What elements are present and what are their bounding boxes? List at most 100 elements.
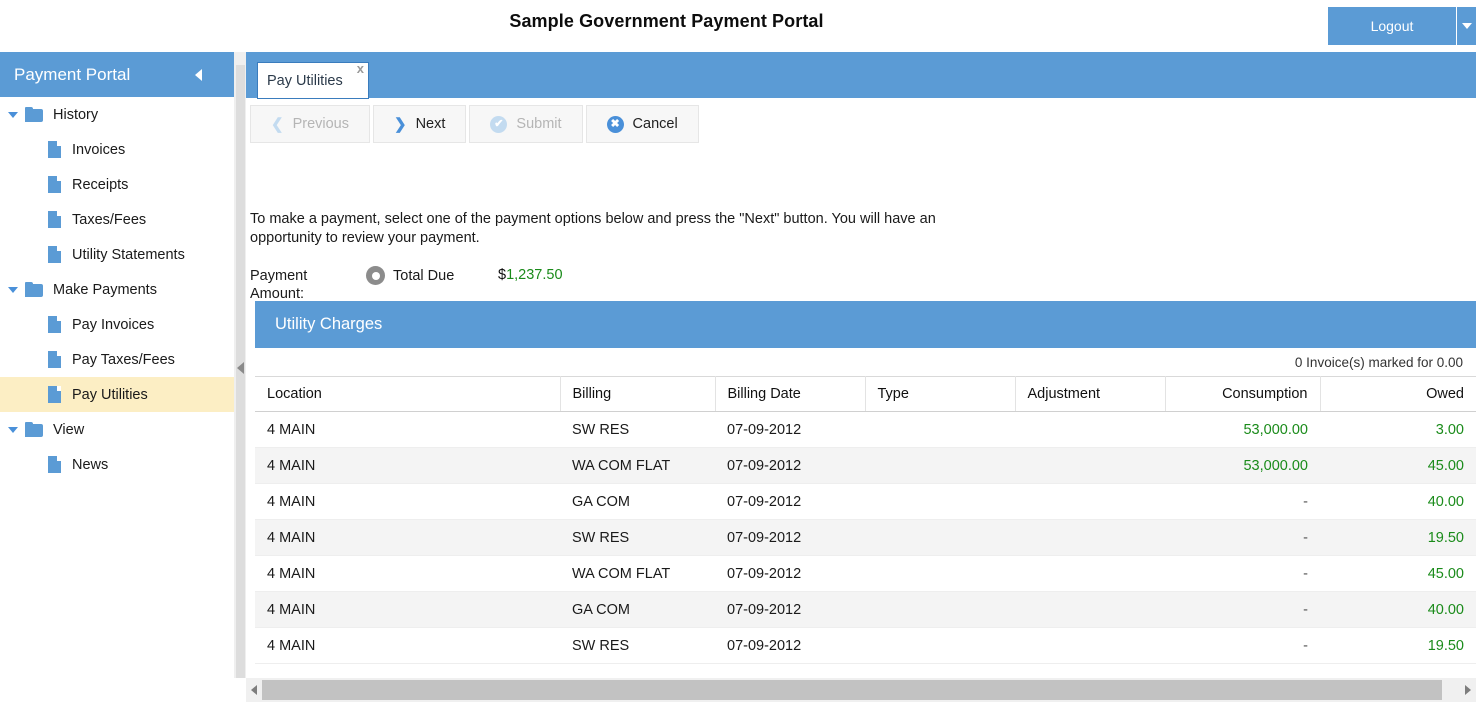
currency-symbol: $	[498, 267, 506, 283]
splitter-collapse-icon[interactable]	[237, 362, 244, 374]
sidebar-item-label: Taxes/Fees	[72, 212, 146, 228]
splitter[interactable]	[234, 52, 246, 702]
cell-owed: 45.00	[1320, 556, 1476, 592]
sidebar-item-utility-statements[interactable]: Utility Statements	[0, 237, 234, 272]
table-row[interactable]: 4 MAINGA COM07-09-2012-40.00	[255, 484, 1476, 520]
cell-billing-date: 07-09-2012	[715, 412, 865, 448]
close-icon[interactable]: x	[357, 61, 364, 76]
cell-type	[865, 412, 1015, 448]
table-row[interactable]: 4 MAINSW RES07-09-201253,000.003.00	[255, 412, 1476, 448]
nav-group-make-payments: Make Payments Pay Invoices Pay Taxes/Fee…	[0, 272, 234, 412]
radio-dot	[372, 272, 380, 280]
utility-charges-panel: Utility Charges 0 Invoice(s) marked for …	[255, 301, 1476, 719]
sidebar-header: Payment Portal	[0, 52, 234, 97]
triangle-expanded-icon[interactable]	[8, 287, 18, 293]
sidebar-item-label: Pay Utilities	[72, 387, 148, 403]
sidebar-item-invoices[interactable]: Invoices	[0, 132, 234, 167]
cell-owed: 45.00	[1320, 448, 1476, 484]
arrow-right-icon	[1465, 685, 1471, 695]
submit-label: Submit	[516, 116, 561, 132]
table-row[interactable]: 4 MAINWA COM FLAT07-09-2012-45.00	[255, 556, 1476, 592]
chevron-left-icon: ❮	[271, 115, 284, 133]
collapse-sidebar-icon[interactable]	[195, 69, 202, 81]
cell-billing: SW RES	[560, 412, 715, 448]
sidebar-item-label: Receipts	[72, 177, 128, 193]
column-header-type[interactable]: Type	[865, 377, 1015, 412]
total-due-amount-value: 1,237.50	[506, 267, 562, 283]
submit-button[interactable]: ✔ Submit	[469, 105, 582, 143]
cell-billing-date: 07-09-2012	[715, 628, 865, 664]
cell-consumption: -	[1165, 484, 1320, 520]
cell-billing-date: 07-09-2012	[715, 520, 865, 556]
sidebar-item-pay-utilities[interactable]: Pay Utilities	[0, 377, 234, 412]
folder-icon	[25, 283, 44, 297]
scrollbar-thumb[interactable]	[262, 680, 1442, 700]
logout-dropdown-button[interactable]	[1457, 7, 1476, 45]
cell-adjustment	[1015, 448, 1165, 484]
tab-label: Pay Utilities	[267, 73, 343, 89]
previous-button[interactable]: ❮ Previous	[250, 105, 370, 143]
cell-owed: 19.50	[1320, 628, 1476, 664]
total-due-option-row[interactable]: Total Due	[366, 266, 454, 285]
column-header-adjustment[interactable]: Adjustment	[1015, 377, 1165, 412]
cell-adjustment	[1015, 628, 1165, 664]
sidebar-item-pay-invoices[interactable]: Pay Invoices	[0, 307, 234, 342]
cell-owed: 40.00	[1320, 592, 1476, 628]
sidebar-item-label: News	[72, 457, 108, 473]
utility-charges-table: Location Billing Billing Date Type Adjus…	[255, 376, 1476, 664]
table-row[interactable]: 4 MAINSW RES07-09-2012-19.50	[255, 520, 1476, 556]
column-header-billing[interactable]: Billing	[560, 377, 715, 412]
tab-pay-utilities[interactable]: Pay Utilities x	[257, 62, 369, 99]
sidebar-item-label: Invoices	[72, 142, 125, 158]
radio-total-due[interactable]	[366, 266, 385, 285]
cell-location: 4 MAIN	[255, 628, 560, 664]
sidebar-item-pay-taxes-fees[interactable]: Pay Taxes/Fees	[0, 342, 234, 377]
sidebar-group-view[interactable]: View	[0, 412, 234, 447]
column-header-consumption[interactable]: Consumption	[1165, 377, 1320, 412]
sidebar-group-label: View	[53, 422, 84, 438]
table-row[interactable]: 4 MAINWA COM FLAT07-09-201253,000.0045.0…	[255, 448, 1476, 484]
chevron-down-icon	[1462, 23, 1472, 29]
column-header-owed[interactable]: Owed	[1320, 377, 1476, 412]
cancel-button[interactable]: ✖ Cancel	[586, 105, 699, 143]
cell-location: 4 MAIN	[255, 592, 560, 628]
document-icon	[48, 456, 61, 473]
total-due-amount: $1,237.50	[498, 267, 563, 283]
document-icon	[48, 141, 61, 158]
table-row[interactable]: 4 MAINSW RES07-09-2012-19.50	[255, 628, 1476, 664]
scroll-left-button[interactable]	[246, 678, 262, 702]
scroll-right-button[interactable]	[1460, 678, 1476, 702]
column-header-billing-date[interactable]: Billing Date	[715, 377, 865, 412]
check-circle-icon: ✔	[490, 116, 507, 133]
instructions-text: To make a payment, select one of the pay…	[250, 210, 980, 248]
nav-group-view: View News	[0, 412, 234, 482]
sidebar-group-label: History	[53, 107, 98, 123]
cell-type	[865, 592, 1015, 628]
cell-location: 4 MAIN	[255, 412, 560, 448]
sidebar-group-make-payments[interactable]: Make Payments	[0, 272, 234, 307]
splitter-bar[interactable]	[236, 65, 245, 690]
column-header-location[interactable]: Location	[255, 377, 560, 412]
next-label: Next	[416, 116, 446, 132]
cell-consumption: -	[1165, 592, 1320, 628]
next-button[interactable]: ❯ Next	[373, 105, 466, 143]
cell-type	[865, 484, 1015, 520]
scrollbar-track[interactable]	[262, 678, 1460, 702]
grid-summary: 0 Invoice(s) marked for 0.00	[255, 348, 1476, 376]
triangle-expanded-icon[interactable]	[8, 427, 18, 433]
sidebar-group-history[interactable]: History	[0, 97, 234, 132]
cell-billing-date: 07-09-2012	[715, 448, 865, 484]
logout-button[interactable]: Logout	[1328, 7, 1456, 45]
cell-adjustment	[1015, 520, 1165, 556]
sidebar-item-taxes-fees[interactable]: Taxes/Fees	[0, 202, 234, 237]
triangle-expanded-icon[interactable]	[8, 112, 18, 118]
sidebar-item-receipts[interactable]: Receipts	[0, 167, 234, 202]
cell-owed: 19.50	[1320, 520, 1476, 556]
sidebar-item-news[interactable]: News	[0, 447, 234, 482]
cell-location: 4 MAIN	[255, 484, 560, 520]
cell-billing: GA COM	[560, 484, 715, 520]
scroll-corner	[234, 678, 246, 702]
table-row[interactable]: 4 MAINGA COM07-09-2012-40.00	[255, 592, 1476, 628]
cell-consumption: 53,000.00	[1165, 412, 1320, 448]
horizontal-scrollbar[interactable]	[246, 678, 1476, 702]
